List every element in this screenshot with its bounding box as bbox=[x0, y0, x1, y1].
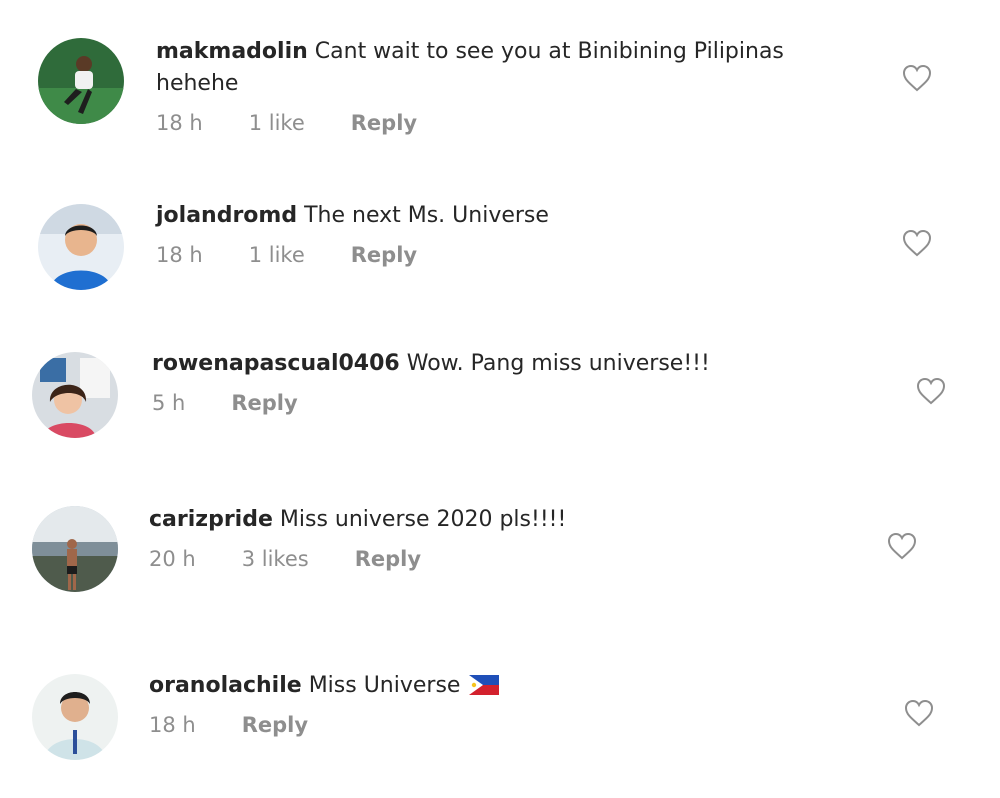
comment-meta: 18 h 1 like Reply bbox=[156, 110, 836, 136]
comment-text-line: carizpride Miss universe 2020 pls!!!! bbox=[149, 504, 829, 536]
comment-text: The next Ms. Universe bbox=[304, 203, 549, 228]
comment-text: Wow. Pang miss universe!!! bbox=[406, 351, 710, 376]
comment-meta: 18 h Reply bbox=[149, 712, 829, 738]
reply-button[interactable]: Reply bbox=[355, 546, 421, 572]
reply-button[interactable]: Reply bbox=[351, 242, 417, 268]
avatar-image bbox=[38, 38, 124, 124]
comment-time: 18 h bbox=[149, 713, 196, 737]
comment-time: 5 h bbox=[152, 391, 186, 415]
comment-username[interactable]: makmadolin bbox=[156, 39, 308, 64]
avatar[interactable] bbox=[38, 38, 124, 124]
comment-meta: 5 h Reply bbox=[152, 390, 832, 416]
comment-text-line: rowenapascual0406 Wow. Pang miss univers… bbox=[152, 348, 832, 380]
reply-button[interactable]: Reply bbox=[351, 110, 417, 136]
comment-username[interactable]: rowenapascual0406 bbox=[152, 351, 400, 376]
reply-button[interactable]: Reply bbox=[231, 390, 297, 416]
comment-likes[interactable]: 1 like bbox=[249, 242, 305, 268]
comment-username[interactable]: jolandromd bbox=[156, 203, 297, 228]
heart-icon[interactable] bbox=[902, 64, 932, 92]
comment-time: 18 h bbox=[156, 111, 203, 135]
comment-username[interactable]: oranolachile bbox=[149, 673, 302, 698]
reply-button[interactable]: Reply bbox=[242, 712, 308, 738]
heart-icon[interactable] bbox=[887, 532, 917, 560]
avatar[interactable] bbox=[38, 204, 124, 290]
comment-text: Miss Universe bbox=[308, 673, 461, 698]
avatar[interactable] bbox=[32, 674, 118, 760]
avatar-image bbox=[32, 506, 118, 592]
comment-text: Miss universe 2020 pls!!!! bbox=[279, 507, 567, 532]
comment-time: 18 h bbox=[156, 243, 203, 267]
heart-icon[interactable] bbox=[902, 229, 932, 257]
avatar-image bbox=[32, 352, 118, 438]
comment-text-line: oranolachile Miss Universe bbox=[149, 670, 829, 702]
comment-text-line: jolandromd The next Ms. Universe bbox=[156, 200, 836, 232]
comment-likes[interactable]: 1 like bbox=[249, 110, 305, 136]
comment-time: 20 h bbox=[149, 547, 196, 571]
comment-list: makmadolin Cant wait to see you at Binib… bbox=[0, 0, 1000, 798]
philippines-flag-icon bbox=[469, 675, 500, 695]
avatar[interactable] bbox=[32, 352, 118, 438]
comment-text-line: makmadolin Cant wait to see you at Binib… bbox=[156, 36, 836, 100]
comment-meta: 20 h 3 likes Reply bbox=[149, 546, 829, 572]
avatar-image bbox=[32, 674, 118, 760]
comment-meta: 18 h 1 like Reply bbox=[156, 242, 836, 268]
avatar-image bbox=[38, 204, 124, 290]
heart-icon[interactable] bbox=[904, 699, 934, 727]
heart-icon[interactable] bbox=[916, 377, 946, 405]
comment-likes[interactable]: 3 likes bbox=[242, 546, 309, 572]
comment-username[interactable]: carizpride bbox=[149, 507, 273, 532]
avatar[interactable] bbox=[32, 506, 118, 592]
